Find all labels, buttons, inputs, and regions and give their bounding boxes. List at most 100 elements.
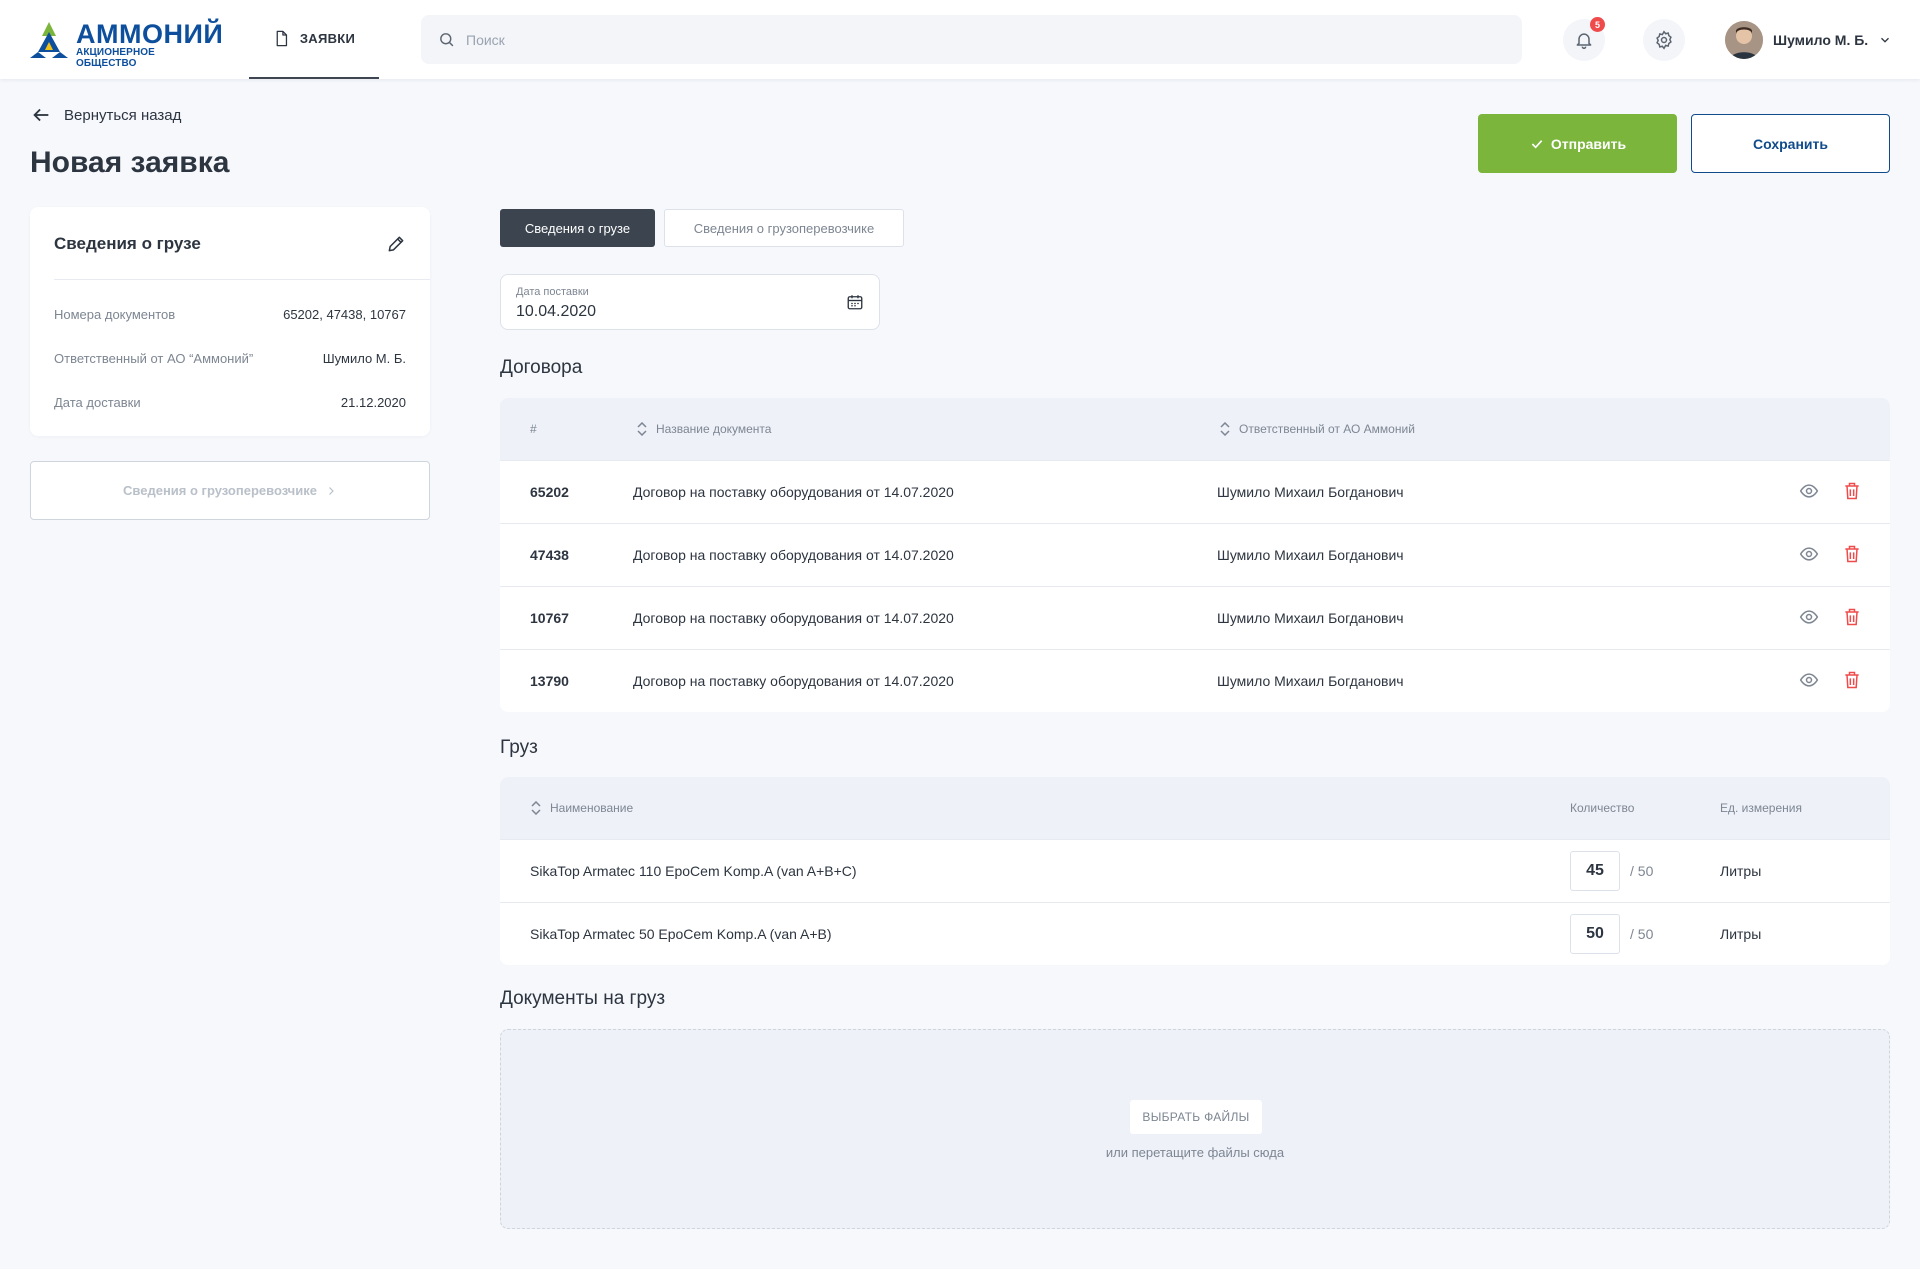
- contracts-title: Договора: [500, 357, 583, 378]
- delivery-date-field[interactable]: Дата поставки 10.04.2020: [500, 274, 880, 330]
- card-row-label: Номера документов: [54, 307, 176, 322]
- company-logo[interactable]: АММОНИЙ АКЦИОНЕРНОЕ ОБЩЕСТВО: [30, 20, 223, 69]
- documents-title: Документы на груз: [500, 988, 666, 1009]
- save-button[interactable]: Сохранить: [1691, 114, 1890, 173]
- user-menu[interactable]: Шумило М. Б.: [1725, 19, 1892, 61]
- card-row-value: 65202, 47438, 10767: [283, 307, 406, 322]
- nav-tab-label: Заявки: [299, 31, 356, 46]
- quantity-max: / 50: [1630, 863, 1654, 879]
- gear-icon: [1656, 30, 1672, 50]
- quantity-input[interactable]: 50: [1570, 914, 1620, 954]
- quantity-max: / 50: [1630, 926, 1654, 942]
- pencil-icon[interactable]: [386, 234, 406, 254]
- chevron-right-icon: [329, 486, 334, 495]
- table-row: 13790 Договор на поставку оборудования о…: [500, 649, 1890, 712]
- choose-files-button[interactable]: ВЫБРАТЬ ФАЙЛЫ: [1130, 1100, 1262, 1134]
- row-responsible: Шумило Михаил Богданович: [1217, 610, 1404, 626]
- row-document-name: Договор на поставку оборудования от 14.0…: [633, 673, 954, 689]
- send-button-label: Отправить: [1550, 135, 1627, 152]
- row-document-name: Договор на поставку оборудования от 14.0…: [633, 610, 954, 626]
- bell-icon: [1576, 33, 1592, 50]
- top-header: АММОНИЙ АКЦИОНЕРНОЕ ОБЩЕСТВО Заявки 5: [0, 0, 1920, 79]
- send-button[interactable]: Отправить: [1478, 114, 1677, 173]
- table-row: SikaTop Armatec 50 EpoCem Komp.A (van A+…: [500, 902, 1890, 965]
- table-row: SikaTop Armatec 110 EpoCem Komp.A (van A…: [500, 839, 1890, 902]
- logo-title: АММОНИЙ: [76, 19, 224, 49]
- table-row: 47438 Договор на поставку оборудования о…: [500, 523, 1890, 586]
- sort-icon: [1220, 422, 1230, 436]
- document-icon: [276, 30, 287, 47]
- col-responsible-label: Ответственный от АО Аммоний: [1239, 422, 1415, 436]
- card-row-delivery-date: Дата доставки 21.12.2020: [54, 395, 406, 410]
- back-link[interactable]: Вернуться назад: [30, 104, 181, 126]
- row-item-name: SikaTop Armatec 110 EpoCem Komp.A (van A…: [530, 863, 857, 879]
- delete-button[interactable]: [1841, 669, 1863, 691]
- row-responsible: Шумило Михаил Богданович: [1217, 673, 1404, 689]
- quantity-input[interactable]: 45: [1570, 851, 1620, 891]
- contracts-table: # Название документа Ответственный от АО…: [500, 398, 1890, 712]
- sort-icon: [531, 801, 541, 815]
- tab-cargo-info[interactable]: Сведения о грузе: [500, 209, 655, 247]
- row-number: 65202: [530, 484, 569, 500]
- view-button[interactable]: [1798, 606, 1820, 628]
- card-divider: [54, 279, 430, 280]
- delete-button[interactable]: [1841, 606, 1863, 628]
- notifications-badge: 5: [1590, 17, 1605, 32]
- view-button[interactable]: [1798, 543, 1820, 565]
- row-number: 10767: [530, 610, 569, 626]
- check-icon: [1531, 139, 1543, 149]
- col-document-name[interactable]: Название документа: [636, 398, 771, 460]
- arrow-left-icon: [33, 108, 49, 122]
- col-number-label: #: [530, 422, 537, 436]
- cargo-table-header: Наименование Количество Ед. измерения: [500, 777, 1890, 839]
- avatar: [1725, 21, 1763, 59]
- eye-icon: [1799, 547, 1819, 561]
- calendar-icon[interactable]: [846, 293, 864, 311]
- view-button[interactable]: [1798, 480, 1820, 502]
- delete-button[interactable]: [1841, 480, 1863, 502]
- col-item-name[interactable]: Наименование: [530, 777, 633, 839]
- eye-icon: [1799, 484, 1819, 498]
- user-name: Шумило М. Б.: [1773, 32, 1869, 48]
- notifications-button[interactable]: 5: [1563, 17, 1605, 61]
- avatar-portrait-icon: [1725, 21, 1763, 59]
- trash-icon: [1845, 608, 1859, 626]
- cargo-title: Груз: [500, 737, 538, 758]
- col-unit: Ед. измерения: [1720, 777, 1802, 839]
- settings-button[interactable]: [1643, 19, 1685, 61]
- carrier-info-button[interactable]: Сведения о грузоперевозчике: [30, 461, 430, 520]
- logo-mark-icon: [30, 22, 68, 58]
- page-title: Новая заявка: [30, 146, 230, 179]
- contracts-table-header: # Название документа Ответственный от АО…: [500, 398, 1890, 460]
- col-item-name-label: Наименование: [550, 801, 634, 815]
- row-item-name: SikaTop Armatec 50 EpoCem Komp.A (van A+…: [530, 926, 832, 942]
- eye-icon: [1799, 610, 1819, 624]
- col-quantity-label: Количество: [1570, 801, 1635, 815]
- col-responsible[interactable]: Ответственный от АО Аммоний: [1219, 398, 1415, 460]
- file-dropzone[interactable]: ВЫБРАТЬ ФАЙЛЫ или перетащите файлы сюда: [500, 1029, 1890, 1229]
- trash-icon: [1845, 671, 1859, 689]
- sort-icon: [637, 422, 647, 436]
- table-row: 65202 Договор на поставку оборудования о…: [500, 460, 1890, 523]
- chevron-down-icon: [1881, 37, 1890, 43]
- nav-tab-requests[interactable]: Заявки: [249, 0, 379, 79]
- tab-carrier-info[interactable]: Сведения о грузоперевозчике: [664, 209, 904, 247]
- delete-button[interactable]: [1841, 543, 1863, 565]
- col-document-name-label: Название документа: [656, 422, 772, 436]
- card-row-label: Дата доставки: [54, 395, 141, 410]
- search-bar[interactable]: [421, 15, 1522, 64]
- search-input[interactable]: [466, 15, 1506, 64]
- card-row-label: Ответственный от АО “Аммоний”: [54, 351, 254, 366]
- row-unit: Литры: [1720, 863, 1762, 879]
- row-quantity: 45 / 50: [1570, 840, 1653, 902]
- card-row-doc-numbers: Номера документов 65202, 47438, 10767: [54, 307, 406, 322]
- row-number: 13790: [530, 673, 569, 689]
- card-row-responsible: Ответственный от АО “Аммоний” Шумило М. …: [54, 351, 406, 366]
- row-quantity: 50 / 50: [1570, 903, 1653, 965]
- col-unit-label: Ед. измерения: [1720, 801, 1802, 815]
- trash-icon: [1845, 545, 1859, 563]
- table-row: 10767 Договор на поставку оборудования о…: [500, 586, 1890, 649]
- row-unit: Литры: [1720, 926, 1762, 942]
- delivery-date-value[interactable]: 10.04.2020: [516, 303, 596, 321]
- view-button[interactable]: [1798, 669, 1820, 691]
